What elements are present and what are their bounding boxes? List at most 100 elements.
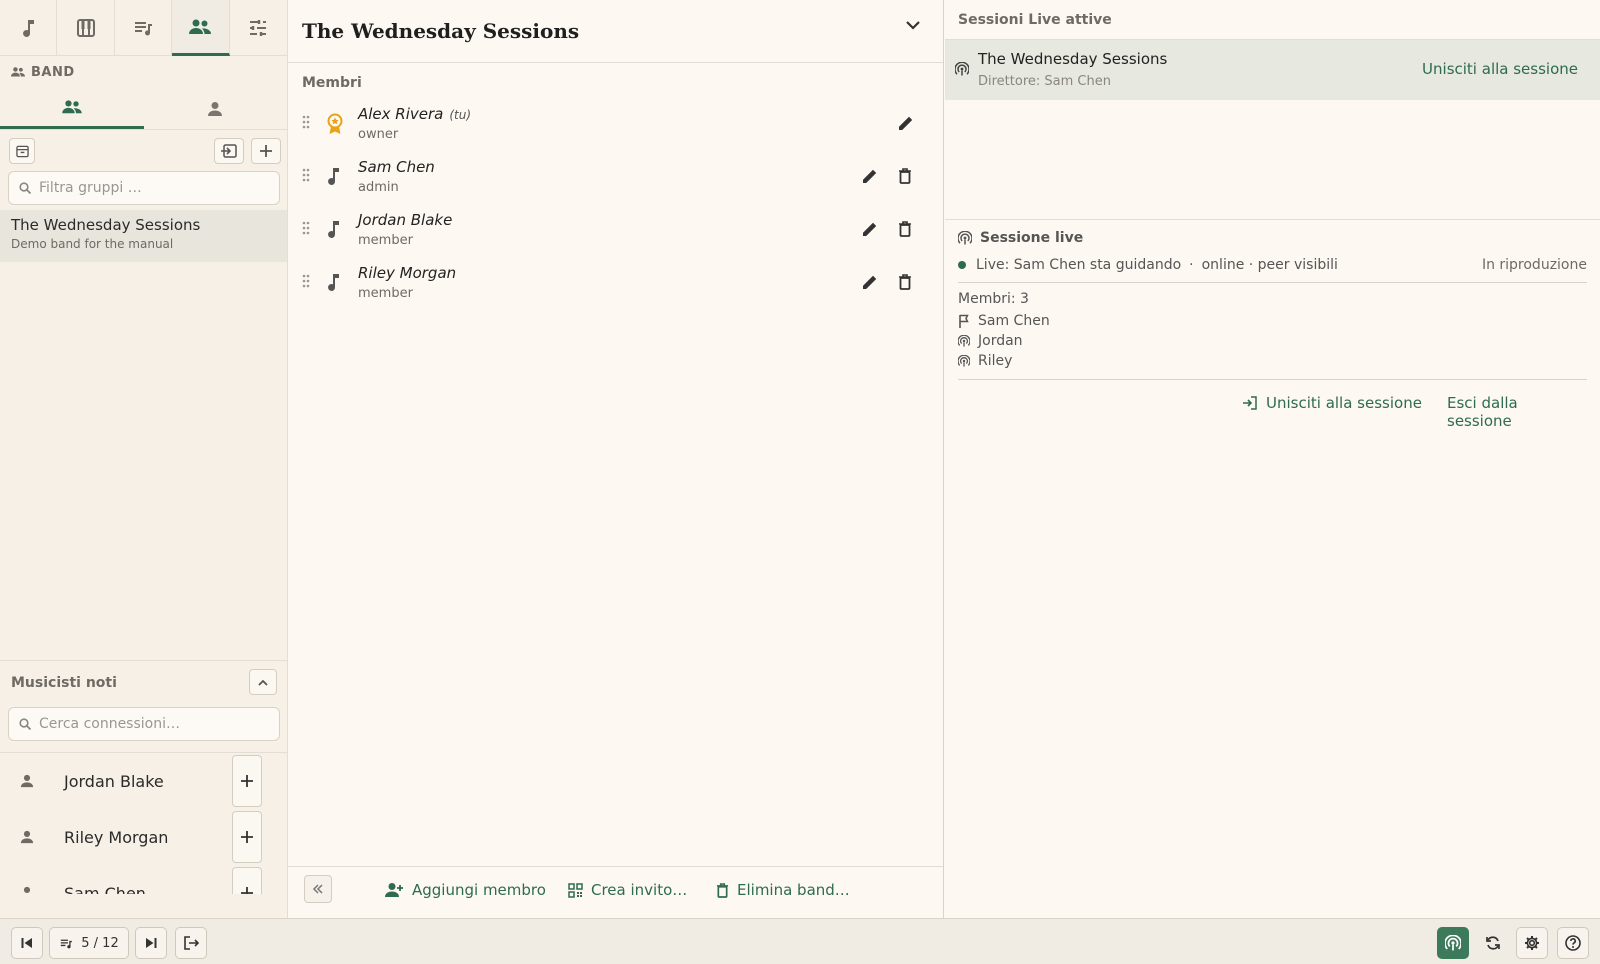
help-icon <box>1565 935 1581 951</box>
add-connection-button[interactable] <box>232 867 262 894</box>
drag-handle-icon[interactable] <box>302 221 310 235</box>
live-broadcast-toggle[interactable] <box>1437 927 1469 959</box>
connection-list: Jordan Blake Riley Morgan Sam Chen <box>0 752 287 894</box>
leave-session-button[interactable]: Esci dalla sessione <box>1447 394 1587 430</box>
subtab-person[interactable] <box>144 88 288 129</box>
band-detail-panel: The Wednesday Sessions Membri Alex River… <box>288 0 944 918</box>
join-session-label: Unisciti alla sessione <box>1266 394 1422 412</box>
person-icon <box>20 774 34 788</box>
group-tools <box>0 130 287 170</box>
setlist-position-button[interactable]: 5 / 12 <box>49 927 129 959</box>
qr-code-icon <box>568 882 583 898</box>
add-person-icon <box>384 882 404 898</box>
member-role: owner <box>358 127 399 142</box>
search-icon <box>19 182 31 194</box>
member-name: Jordan Blake <box>358 211 453 229</box>
delete-member-button[interactable] <box>898 221 912 237</box>
divider <box>958 282 1587 283</box>
tab-keyboard[interactable] <box>57 0 115 56</box>
live-panel-header: Sessione live <box>958 230 1587 246</box>
edit-member-button[interactable] <box>862 168 878 184</box>
tab-mixer[interactable] <box>230 0 287 56</box>
import-button[interactable] <box>214 138 244 164</box>
drag-handle-icon[interactable] <box>302 168 310 182</box>
live-actions: Unisciti alla sessione Esci dalla sessio… <box>958 380 1587 430</box>
session-name: The Wednesday Sessions <box>978 50 1168 68</box>
playback-state: In riproduzione <box>1481 257 1587 273</box>
exit-button[interactable] <box>175 927 207 959</box>
tab-band[interactable] <box>172 0 230 56</box>
connection-name: Sam Chen <box>64 883 146 895</box>
live-member-name: Riley <box>978 353 1013 369</box>
broadcast-icon <box>955 62 969 76</box>
edit-member-button[interactable] <box>862 221 878 237</box>
delete-member-button[interactable] <box>898 274 912 290</box>
add-connection-button[interactable] <box>232 755 262 807</box>
top-tabs <box>0 0 287 56</box>
people-icon <box>11 66 25 78</box>
you-tag: (tu) <box>449 108 472 122</box>
delete-member-button[interactable] <box>898 168 912 184</box>
group-filter[interactable] <box>8 171 280 205</box>
archive-icon <box>15 145 29 158</box>
collapse-sidebar-button[interactable] <box>304 875 332 903</box>
delete-band-button[interactable]: Elimina band… <box>716 881 850 899</box>
login-icon <box>1242 396 1258 410</box>
tab-songs[interactable] <box>0 0 58 56</box>
live-status: Live: Sam Chen sta guidando · online · p… <box>958 256 1587 274</box>
create-invite-button[interactable]: Crea invito… <box>568 881 687 899</box>
plus-icon <box>241 831 253 843</box>
band-actions-footer: Aggiungi membro Crea invito… Elimina ban… <box>288 866 943 918</box>
broadcast-icon <box>958 355 970 367</box>
gear-icon <box>1524 935 1540 951</box>
join-session-link[interactable]: Unisciti alla sessione <box>1422 60 1578 78</box>
edit-member-button[interactable] <box>862 274 878 290</box>
member-role: member <box>358 286 413 301</box>
archive-button[interactable] <box>9 138 35 164</box>
plus-icon <box>260 145 272 157</box>
page-counter: 5 / 12 <box>81 935 119 951</box>
music-note-icon <box>326 166 340 186</box>
member-role: admin <box>358 180 399 195</box>
previous-button[interactable] <box>11 927 43 959</box>
plus-icon <box>241 887 253 894</box>
broadcast-icon <box>1445 935 1461 951</box>
musicians-header: Musicisti noti <box>0 660 287 704</box>
add-connection-button[interactable] <box>232 811 262 863</box>
section-label-text: BAND <box>31 64 75 80</box>
owner-badge-icon <box>326 113 344 135</box>
band-icon <box>189 18 212 36</box>
collapse-musicians-button[interactable] <box>249 669 277 695</box>
status-text: Live: Sam Chen sta guidando <box>976 257 1182 273</box>
live-session-item[interactable]: The Wednesday Sessions Direttore: Sam Ch… <box>945 40 1600 100</box>
edit-member-button[interactable] <box>898 115 914 131</box>
join-session-button[interactable]: Unisciti alla sessione <box>1242 394 1422 412</box>
person-icon <box>207 101 223 117</box>
help-button[interactable] <box>1557 927 1589 959</box>
chevron-down-icon[interactable] <box>905 20 921 30</box>
group-item[interactable]: The Wednesday Sessions Demo band for the… <box>0 210 287 262</box>
delete-band-label: Elimina band… <box>737 881 850 899</box>
tab-setlist[interactable] <box>115 0 173 56</box>
add-member-button[interactable]: Aggiungi membro <box>384 881 546 899</box>
member-name-text: Alex Rivera <box>358 105 444 123</box>
sync-icon <box>1485 935 1501 951</box>
next-button[interactable] <box>135 927 167 959</box>
subtab-groups[interactable] <box>0 88 144 129</box>
list-item: Jordan <box>958 331 1587 351</box>
member-row: Sam Chen admin <box>288 152 943 205</box>
add-group-button[interactable] <box>251 138 281 164</box>
connection-name: Jordan Blake <box>64 771 164 791</box>
group-filter-input[interactable] <box>39 180 259 196</box>
sync-button[interactable] <box>1477 927 1509 959</box>
connections-search[interactable] <box>8 707 280 741</box>
drag-handle-icon[interactable] <box>302 115 310 129</box>
piano-icon <box>76 18 96 38</box>
live-sessions-panel: Sessioni Live attive The Wednesday Sessi… <box>945 0 1600 918</box>
drag-handle-icon[interactable] <box>302 274 310 288</box>
double-chevron-left-icon <box>312 884 324 894</box>
logout-icon <box>183 936 199 950</box>
settings-button[interactable] <box>1516 927 1548 959</box>
connections-search-input[interactable] <box>39 716 259 732</box>
band-header: The Wednesday Sessions <box>288 0 943 63</box>
